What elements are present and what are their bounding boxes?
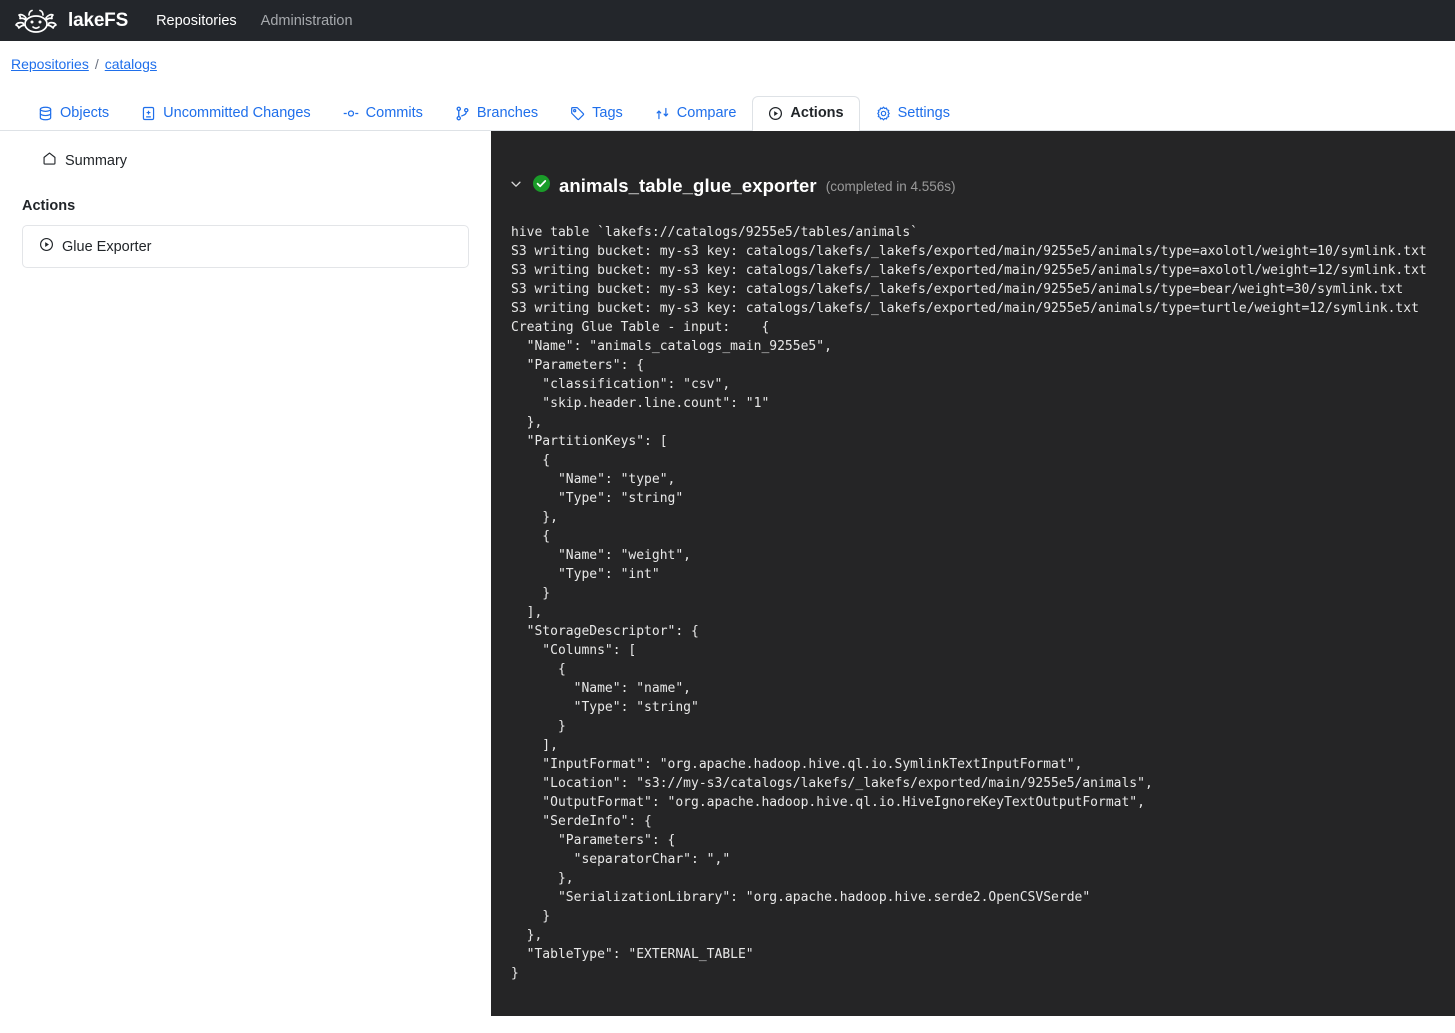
main-content: Summary Actions Glue Exporter bbox=[0, 131, 1455, 1016]
tab-uncommitted-changes[interactable]: Uncommitted Changes bbox=[125, 96, 327, 131]
tab-label: Actions bbox=[790, 106, 843, 121]
sidebar-item-label: Summary bbox=[65, 153, 127, 169]
breadcrumb-item-catalogs[interactable]: catalogs bbox=[105, 56, 157, 72]
top-navbar: lakeFS Repositories Administration bbox=[0, 0, 1455, 41]
nav-link-repositories[interactable]: Repositories bbox=[156, 13, 237, 29]
tab-label: Compare bbox=[677, 106, 737, 121]
sidebar-action-list: Glue Exporter bbox=[22, 225, 469, 268]
tab-branches[interactable]: Branches bbox=[439, 96, 554, 131]
tab-commits[interactable]: Commits bbox=[327, 96, 439, 131]
tab-label: Tags bbox=[592, 106, 623, 121]
run-log-output[interactable]: hive table `lakefs://catalogs/9255e5/tab… bbox=[491, 223, 1455, 983]
tab-label: Branches bbox=[477, 106, 538, 121]
brand-name: lakeFS bbox=[68, 10, 128, 32]
tab-actions[interactable]: Actions bbox=[752, 96, 859, 131]
tab-label: Settings bbox=[898, 106, 950, 121]
repo-tabs: Objects Uncommitted Changes Commits bbox=[22, 87, 1455, 131]
run-log-panel: animals_table_glue_exporter (completed i… bbox=[491, 131, 1455, 1016]
navbar-links: Repositories Administration bbox=[156, 13, 352, 29]
play-circle-icon bbox=[768, 106, 783, 121]
run-header[interactable]: animals_table_glue_exporter (completed i… bbox=[491, 175, 1455, 197]
tab-label: Commits bbox=[366, 106, 423, 121]
tab-settings[interactable]: Settings bbox=[860, 96, 966, 131]
git-compare-icon bbox=[655, 106, 670, 121]
axolotl-logo-icon bbox=[13, 7, 59, 35]
git-commit-icon bbox=[343, 106, 359, 121]
success-check-icon bbox=[533, 175, 550, 197]
chevron-down-icon[interactable] bbox=[509, 177, 523, 196]
sidebar-item-glue-exporter[interactable]: Glue Exporter bbox=[22, 225, 469, 268]
sidebar-heading-actions: Actions bbox=[22, 198, 469, 214]
breadcrumb-separator: / bbox=[95, 56, 99, 72]
gear-icon bbox=[876, 106, 891, 121]
sidebar-item-summary[interactable]: Summary bbox=[22, 149, 469, 170]
breadcrumb: Repositories / catalogs bbox=[0, 41, 1455, 72]
git-branch-icon bbox=[455, 106, 470, 121]
home-icon bbox=[42, 151, 57, 170]
play-circle-icon bbox=[39, 237, 54, 256]
actions-sidebar: Summary Actions Glue Exporter bbox=[0, 131, 491, 1016]
database-icon bbox=[38, 106, 53, 121]
sidebar-item-label: Glue Exporter bbox=[62, 239, 151, 255]
nav-link-administration[interactable]: Administration bbox=[261, 13, 353, 29]
tab-label: Uncommitted Changes bbox=[163, 106, 311, 121]
run-name: animals_table_glue_exporter bbox=[559, 175, 817, 197]
run-duration: (completed in 4.556s) bbox=[826, 179, 956, 194]
breadcrumb-item-repositories[interactable]: Repositories bbox=[11, 56, 89, 72]
tab-objects[interactable]: Objects bbox=[22, 96, 125, 131]
brand[interactable]: lakeFS bbox=[13, 7, 128, 35]
tab-label: Objects bbox=[60, 106, 109, 121]
repo-tabs-wrap: Objects Uncommitted Changes Commits bbox=[0, 87, 1455, 131]
file-diff-icon bbox=[141, 106, 156, 121]
tag-icon bbox=[570, 106, 585, 121]
tab-tags[interactable]: Tags bbox=[554, 96, 639, 131]
tab-compare[interactable]: Compare bbox=[639, 96, 753, 131]
